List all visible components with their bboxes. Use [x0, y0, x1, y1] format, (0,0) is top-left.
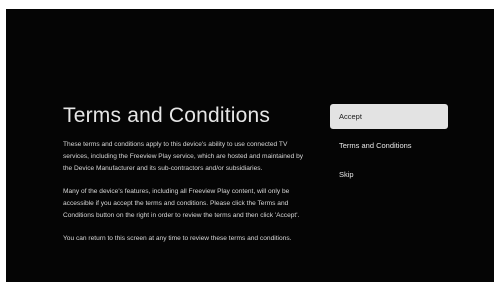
action-menu: Accept Terms and Conditions Skip: [330, 104, 448, 191]
skip-button[interactable]: Skip: [330, 162, 448, 187]
page-title: Terms and Conditions: [63, 104, 271, 127]
tv-screen: Terms and Conditions These terms and con…: [6, 9, 494, 282]
terms-paragraph-3: You can return to this screen at any tim…: [63, 235, 292, 242]
accept-button[interactable]: Accept: [330, 104, 448, 129]
terms-and-conditions-button[interactable]: Terms and Conditions: [330, 133, 448, 158]
terms-description: These terms and conditions apply to this…: [63, 139, 313, 256]
terms-paragraph-1: These terms and conditions apply to this…: [63, 141, 304, 172]
terms-paragraph-2: Many of the device's features, including…: [63, 188, 300, 219]
